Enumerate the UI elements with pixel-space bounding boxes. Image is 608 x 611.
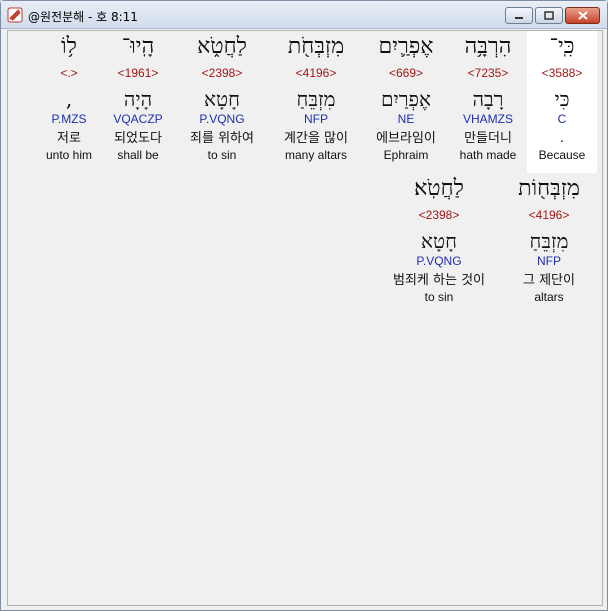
- word-column[interactable]: הָֽיוּ־ <1961> הָיָה VQACZP 되었도다 shall b…: [104, 31, 172, 162]
- window-title: @원전분해 - 호 8:11: [28, 10, 138, 24]
- hebrew-lemma: חָטָא: [421, 229, 457, 253]
- korean-gloss: 만들더니: [464, 131, 512, 146]
- hebrew-lemma: מִזְבֵּחַ: [529, 229, 569, 253]
- korean-gloss: 범죄케 하는 것이: [393, 273, 485, 288]
- word-column[interactable]: לַחֲטֹֽא׃ <2398> חָטָא P.VQNG 범죄케 하는 것이 …: [376, 173, 502, 304]
- hebrew-lemma: הָיָה: [123, 87, 153, 111]
- word-column[interactable]: מִזְבְּח֖וֹת <4196> מִזְבֵּחַ NFP 그 제단이 …: [505, 173, 593, 304]
- hebrew-lemma: כִּי: [554, 87, 570, 111]
- morphology-code: P.VQNG: [416, 254, 462, 268]
- english-gloss: unto him: [45, 148, 93, 162]
- korean-gloss: 에브라임이: [376, 131, 436, 146]
- morphology-code: VQACZP: [113, 112, 163, 126]
- korean-gloss: 계간을 많이: [284, 131, 348, 146]
- morphology-code: VHAMZS: [462, 112, 513, 126]
- hebrew-lemma: אֶפְרַיִם: [380, 87, 432, 111]
- hebrew-word: לַחֲטֹ֑א: [197, 34, 247, 59]
- close-icon: [577, 11, 588, 20]
- hebrew-lemma: מִזְבֵּחַ: [296, 87, 336, 111]
- strong-number: <1961>: [117, 66, 159, 80]
- english-gloss: to sin: [424, 290, 454, 304]
- strong-number: <669>: [388, 66, 424, 80]
- word-column[interactable]: הִרְבָּ֥ה <7235> רָבָה VHAMZS 만들더니 hath …: [451, 31, 525, 162]
- strong-number: <3588>: [541, 66, 583, 80]
- english-gloss: altars: [534, 290, 564, 304]
- maximize-button[interactable]: [535, 7, 563, 24]
- korean-gloss: 되었도다: [114, 131, 162, 146]
- strong-number: <4196>: [528, 208, 570, 222]
- morphology-code: NFP: [304, 112, 328, 126]
- hebrew-word: מִזְבְּחֹ֖ת: [287, 34, 345, 59]
- hebrew-word: כִּֽי־: [549, 34, 575, 59]
- morphology-code: NFP: [537, 254, 561, 268]
- hebrew-word: ל֥וֹ: [61, 34, 77, 59]
- hebrew-lemma: רָבָה: [472, 87, 504, 111]
- close-button[interactable]: [565, 7, 600, 24]
- word-column[interactable]: לַחֲטֹ֑א <2398> חָטָא P.VQNG 죄를 위하여 to s…: [178, 31, 266, 162]
- english-gloss: to sin: [207, 148, 237, 162]
- morphology-code: P.VQNG: [199, 112, 245, 126]
- korean-gloss: .: [559, 131, 565, 146]
- korean-gloss: 죄를 위하여: [190, 131, 254, 146]
- word-column[interactable]: אֶפְרַ֛יִם <669> אֶפְרַיִם NE 에브라임이 Ephr…: [365, 31, 447, 162]
- word-column[interactable]: כִּֽי־ <3588> כִּי C . Because: [527, 31, 597, 173]
- strong-number: <7235>: [467, 66, 509, 80]
- hebrew-word: הִרְבָּ֥ה: [464, 34, 512, 59]
- app-window: @원전분해 - 호 8:11 כִּֽי־ <3588> כִּי C . Be…: [0, 0, 608, 611]
- hebrew-word: הָֽיוּ־: [121, 34, 155, 59]
- hebrew-lemma: ,: [65, 87, 73, 111]
- korean-gloss: 그 제단이: [523, 273, 575, 288]
- app-logo-icon: [7, 7, 23, 23]
- strong-number: <.>: [60, 66, 78, 80]
- morphology-code: P.MZS: [51, 112, 87, 126]
- word-column[interactable]: ל֥וֹ <.> , P.MZS 저로 unto him: [36, 31, 102, 162]
- morphology-code: NE: [397, 112, 415, 126]
- hebrew-lemma: חָטָא: [204, 87, 240, 111]
- korean-gloss: 저로: [57, 131, 81, 146]
- morphology-code: C: [557, 112, 567, 126]
- english-gloss: Ephraim: [383, 148, 429, 162]
- word-column[interactable]: מִזְבְּחֹ֖ת <4196> מִזְבֵּחַ NFP 계간을 많이 …: [272, 31, 360, 162]
- hebrew-word: אֶפְרַ֛יִם: [378, 34, 434, 59]
- strong-number: <4196>: [295, 66, 337, 80]
- maximize-icon: [544, 11, 554, 20]
- title-bar[interactable]: @원전분해 - 호 8:11: [1, 1, 607, 29]
- minimize-button[interactable]: [505, 7, 533, 24]
- english-gloss: Because: [538, 148, 586, 162]
- english-gloss: hath made: [459, 148, 517, 162]
- english-gloss: many altars: [284, 148, 348, 162]
- minimize-icon: [515, 16, 523, 19]
- hebrew-word: לַחֲטֹֽא׃: [414, 176, 464, 201]
- strong-number: <2398>: [201, 66, 243, 80]
- english-gloss: shall be: [117, 148, 159, 162]
- hebrew-word: מִזְבְּח֖וֹת: [518, 176, 580, 201]
- interlinear-panel: כִּֽי־ <3588> כִּי C . Because הִרְבָּ֥ה…: [7, 30, 603, 606]
- strong-number: <2398>: [418, 208, 460, 222]
